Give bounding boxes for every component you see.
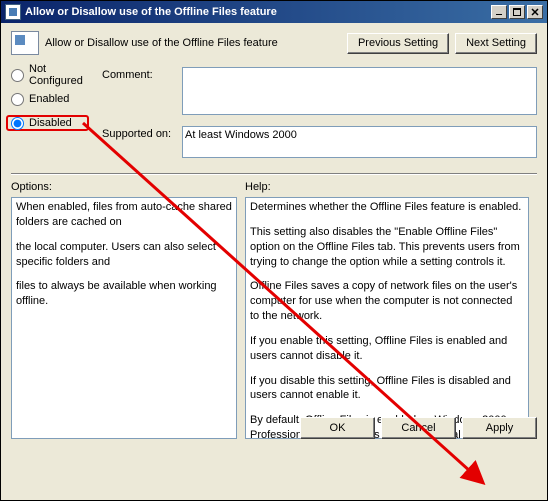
panel-labels: Options: Help: <box>11 181 537 193</box>
close-button[interactable] <box>527 5 543 19</box>
state-radio-group: Not Configured Enabled Disabled <box>11 67 102 169</box>
options-line-1: When enabled, files from auto-cache shar… <box>16 200 232 230</box>
radio-disabled-label[interactable]: Disabled <box>29 117 72 129</box>
options-panel[interactable]: When enabled, files from auto-cache shar… <box>11 197 237 439</box>
header-row: Allow or Disallow use of the Offline Fil… <box>11 31 537 55</box>
ok-button[interactable]: OK <box>300 417 375 439</box>
radio-disabled[interactable] <box>11 117 24 130</box>
radio-disabled-row: Disabled <box>6 115 89 131</box>
policy-icon <box>11 31 39 55</box>
help-p4: If you enable this setting, Offline File… <box>250 334 524 364</box>
radio-enabled-row: Enabled <box>11 91 102 107</box>
window: Allow or Disallow use of the Offline Fil… <box>0 0 548 501</box>
radio-not-configured-row: Not Configured <box>11 67 102 83</box>
dialog-buttons: OK Cancel Apply <box>300 417 537 439</box>
help-panel[interactable]: Determines whether the Offline Files fea… <box>245 197 529 439</box>
comment-row: Comment: <box>102 67 537 118</box>
options-line-2: the local computer. Users can also selec… <box>16 240 232 270</box>
titlebar: Allow or Disallow use of the Offline Fil… <box>1 1 547 23</box>
fields-column: Comment: Supported on: <box>102 67 537 169</box>
minimize-button[interactable] <box>491 5 507 19</box>
help-p2: This setting also disables the "Enable O… <box>250 225 524 270</box>
maximize-button[interactable] <box>509 5 525 19</box>
cancel-button[interactable]: Cancel <box>381 417 456 439</box>
apply-button[interactable]: Apply <box>462 417 537 439</box>
supported-label: Supported on: <box>102 126 182 161</box>
comment-label: Comment: <box>102 67 182 118</box>
radio-not-configured-label[interactable]: Not Configured <box>29 63 102 87</box>
comment-textarea[interactable] <box>182 67 537 115</box>
radio-enabled[interactable] <box>11 93 24 106</box>
nav-buttons: Previous Setting Next Setting <box>347 33 537 54</box>
help-p1: Determines whether the Offline Files fea… <box>250 200 524 215</box>
policy-title: Allow or Disallow use of the Offline Fil… <box>45 37 278 49</box>
divider <box>11 173 537 175</box>
next-setting-button[interactable]: Next Setting <box>455 33 537 54</box>
help-p5: If you disable this setting, Offline Fil… <box>250 374 524 404</box>
radio-enabled-label[interactable]: Enabled <box>29 93 69 105</box>
radio-not-configured[interactable] <box>11 69 24 82</box>
supported-row: Supported on: <box>102 126 537 161</box>
settings-grid: Not Configured Enabled Disabled Comment: <box>11 67 537 169</box>
options-line-3: files to always be available when workin… <box>16 279 232 309</box>
client-area: Allow or Disallow use of the Offline Fil… <box>1 23 547 447</box>
previous-setting-button[interactable]: Previous Setting <box>347 33 449 54</box>
window-icon <box>5 4 21 20</box>
window-title: Allow or Disallow use of the Offline Fil… <box>25 6 277 18</box>
help-p3: Offline Files saves a copy of network fi… <box>250 279 524 324</box>
window-controls <box>491 5 543 19</box>
supported-textarea[interactable] <box>182 126 537 158</box>
help-label: Help: <box>245 181 271 193</box>
panels: When enabled, files from auto-cache shar… <box>11 197 537 439</box>
options-label: Options: <box>11 181 245 193</box>
